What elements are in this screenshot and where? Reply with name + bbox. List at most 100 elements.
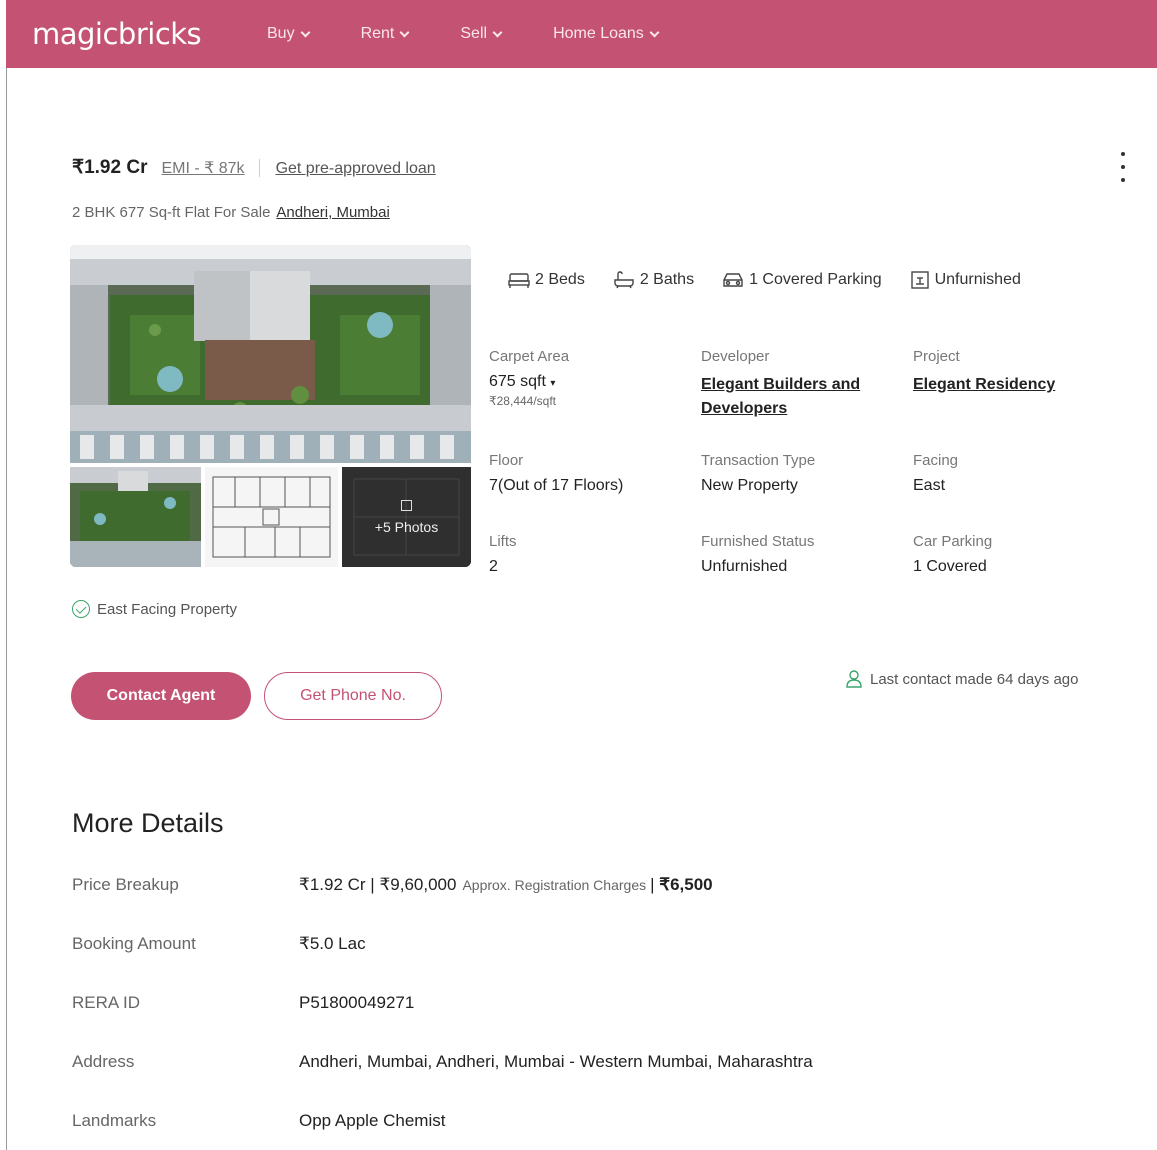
- get-phone-button[interactable]: Get Phone No.: [264, 672, 442, 720]
- thumbnail-photo-1[interactable]: [70, 467, 201, 567]
- location-link[interactable]: Andheri, Mumbai: [276, 204, 389, 221]
- nav-sell[interactable]: Sell: [460, 25, 503, 43]
- contact-agent-button[interactable]: Contact Agent: [71, 672, 251, 720]
- last-contact-info: Last contact made 64 days ago: [846, 670, 1078, 688]
- price-row: ₹1.92 Cr EMI - ₹ 87k Get pre-approved lo…: [72, 156, 436, 179]
- carpet-area-value[interactable]: 675 sqft ▾: [489, 373, 569, 391]
- furnishing-icon: [910, 271, 929, 289]
- car-parking-value: 1 Covered: [913, 558, 987, 575]
- car-icon: [723, 273, 743, 287]
- detail-row-booking: Booking Amount ₹5.0 Lac: [72, 934, 1072, 954]
- price-breakup-label: Price Breakup: [72, 875, 179, 894]
- listing-price: ₹1.92 Cr: [72, 157, 148, 178]
- spec-carpet-area: Carpet Area 675 sqft ▾ ₹28,444/sqft: [489, 348, 569, 408]
- nav-rent-label: Rent: [360, 25, 395, 42]
- transaction-label: Transaction Type: [701, 452, 816, 469]
- nav-home-loans-label: Home Loans: [553, 25, 644, 42]
- listing-type: 2 BHK 677 Sq-ft Flat For Sale: [72, 204, 271, 221]
- floor-value: 7(Out of 17 Floors): [489, 477, 624, 494]
- facing-value: East: [913, 477, 946, 494]
- more-options-icon[interactable]: [1118, 152, 1128, 182]
- address-value: Andheri, Mumbai, Andheri, Mumbai - Weste…: [299, 1052, 813, 1071]
- parking-label: 1 Covered Parking: [749, 271, 882, 288]
- emi-link[interactable]: EMI - ₹ 87k: [161, 158, 244, 178]
- nav-home-loans[interactable]: Home Loans: [553, 25, 660, 43]
- furnished-label: Furnished Status: [701, 533, 815, 550]
- booking-label: Booking Amount: [72, 934, 196, 953]
- chevron-down-icon: [649, 27, 660, 37]
- magicbricks-logo[interactable]: magicbricks: [32, 17, 267, 51]
- spec-furnished: Furnished Status Unfurnished: [701, 533, 814, 576]
- facing-note-text: East Facing Property: [97, 600, 238, 618]
- nav-buy-label: Buy: [267, 25, 295, 42]
- nav-sell-label: Sell: [460, 25, 488, 42]
- car-parking-label: Car Parking: [913, 533, 993, 550]
- address-label: Address: [72, 1052, 135, 1071]
- baths-label: 2 Baths: [639, 271, 695, 288]
- parking-info: 1 Covered Parking: [722, 271, 882, 289]
- image-icon: [401, 499, 412, 511]
- landmarks-value: Opp Apple Chemist: [299, 1111, 446, 1130]
- breakup-price: ₹1.92 Cr: [299, 875, 366, 894]
- spec-car-parking: Car Parking 1 Covered: [913, 533, 992, 576]
- nav-buy[interactable]: Buy: [267, 25, 311, 43]
- developer-link[interactable]: Elegant Builders and Developers: [701, 373, 901, 421]
- developer-label: Developer: [701, 348, 770, 365]
- rera-label: RERA ID: [72, 993, 141, 1012]
- spec-floor: Floor 7(Out of 17 Floors): [489, 452, 623, 495]
- more-photos-button[interactable]: +5 Photos: [342, 467, 471, 567]
- spec-lifts: Lifts 2: [489, 533, 517, 576]
- chevron-down-icon: [399, 27, 410, 37]
- bath-icon: [614, 271, 634, 289]
- carpet-area-label: Carpet Area: [489, 348, 570, 365]
- booking-value: ₹5.0 Lac: [299, 934, 366, 953]
- east-facing-badge: East Facing Property: [72, 600, 237, 618]
- photo-gallery: +5 Photos: [70, 245, 471, 567]
- beds-info: 2 Beds: [508, 271, 585, 289]
- amenities-row: 2 Beds 2 Baths 1 Covered Parking Unfurni…: [508, 270, 1049, 290]
- registration-label: Approx. Registration Charges: [462, 877, 647, 893]
- beds-label: 2 Beds: [535, 271, 585, 288]
- user-icon: [846, 670, 862, 688]
- chevron-down-icon: [492, 27, 503, 37]
- furnishing-info: Unfurnished: [910, 270, 1021, 290]
- thumbnail-floorplan[interactable]: [205, 467, 338, 567]
- project-link[interactable]: Elegant Residency: [913, 373, 1055, 397]
- detail-row-address: Address Andheri, Mumbai, Andheri, Mumbai…: [72, 1052, 1072, 1072]
- spec-project: Project Elegant Residency: [913, 348, 1055, 397]
- listing-subtitle: 2 BHK 677 Sq-ft Flat For Sale Andheri, Mu…: [72, 204, 390, 221]
- last-contact-text: Last contact made 64 days ago: [870, 670, 1079, 688]
- bed-icon: [508, 273, 530, 288]
- spec-developer: Developer Elegant Builders and Developer…: [701, 348, 901, 421]
- detail-row-price-breakup: Price Breakup ₹1.92 Cr | ₹9,60,000 Approx…: [72, 875, 1072, 895]
- more-photos-label: +5 Photos: [374, 518, 439, 535]
- detail-row-rera: RERA ID P51800049271: [72, 993, 1072, 1013]
- furnishing-label: Unfurnished: [934, 271, 1021, 288]
- nav-rent[interactable]: Rent: [360, 25, 410, 43]
- carpet-area-text: 675 sqft: [489, 373, 546, 390]
- furnished-value: Unfurnished: [701, 558, 788, 575]
- pre-approved-loan-link[interactable]: Get pre-approved loan: [276, 160, 436, 178]
- detail-row-landmarks: Landmarks Opp Apple Chemist: [72, 1111, 1072, 1131]
- spec-facing: Facing East: [913, 452, 958, 495]
- check-circle-icon: [72, 600, 90, 618]
- caret-down-icon: ▾: [550, 378, 556, 389]
- lifts-label: Lifts: [489, 533, 517, 550]
- baths-info: 2 Baths: [613, 271, 694, 289]
- top-navbar: magicbricks Buy Rent Sell Home Loans: [6, 0, 1157, 68]
- main-property-photo[interactable]: [70, 245, 471, 463]
- spec-transaction: Transaction Type New Property: [701, 452, 815, 495]
- lifts-value: 2: [489, 558, 498, 575]
- floor-label: Floor: [489, 452, 524, 469]
- facing-label: Facing: [913, 452, 959, 469]
- project-label: Project: [913, 348, 960, 365]
- chevron-down-icon: [300, 27, 311, 37]
- breakup-charges: ₹9,60,000: [379, 875, 457, 894]
- transaction-value: New Property: [701, 477, 798, 494]
- rera-value: P51800049271: [299, 993, 415, 1012]
- carpet-area-rate: ₹28,444/sqft: [489, 394, 569, 408]
- landmarks-label: Landmarks: [72, 1111, 157, 1130]
- more-details-title: More Details: [72, 808, 224, 838]
- registration-value: ₹6,500: [659, 875, 713, 894]
- main-nav: Buy Rent Sell Home Loans: [267, 25, 710, 43]
